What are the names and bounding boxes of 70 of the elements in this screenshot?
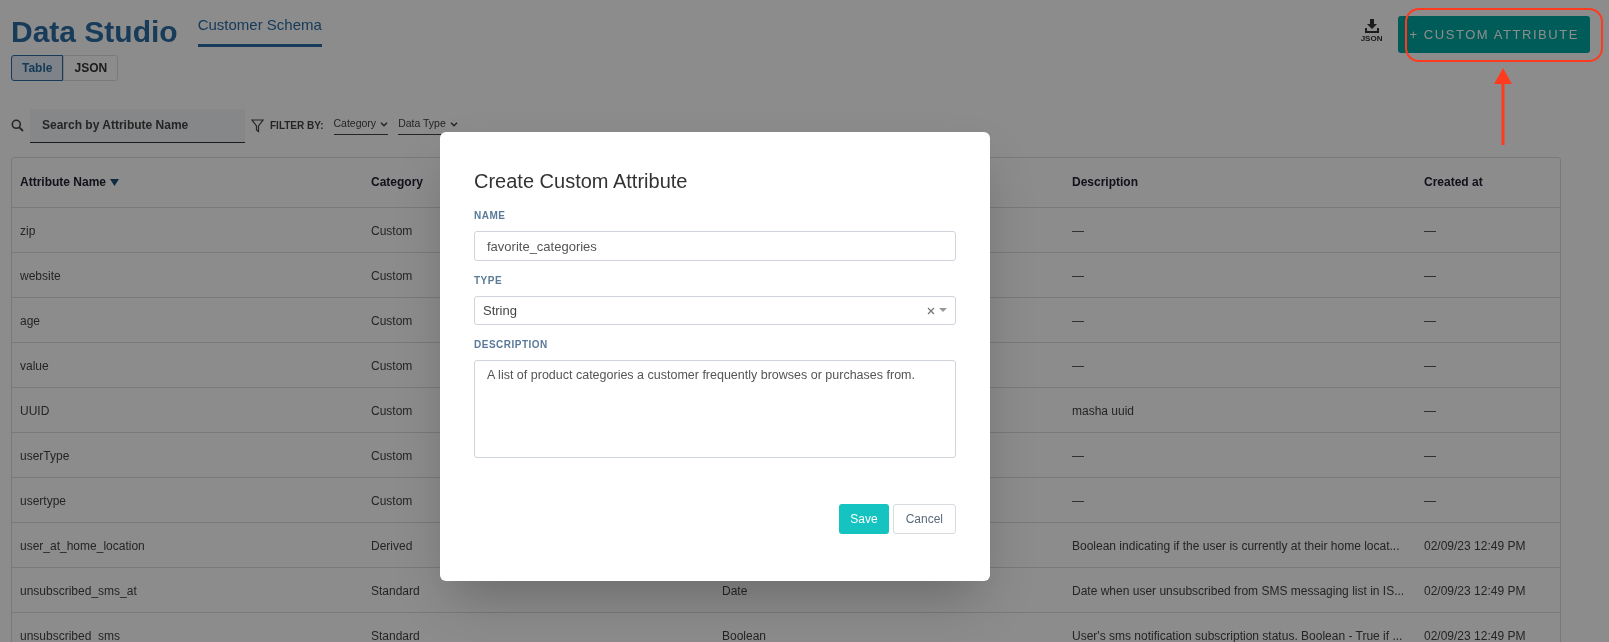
table-cell: userType xyxy=(20,448,70,463)
table-cell: — xyxy=(1424,313,1436,328)
schema-tab[interactable]: Customer Schema xyxy=(197,14,322,47)
table-cell: UUID xyxy=(20,403,50,418)
table-cell: Boolean xyxy=(722,628,767,642)
table-cell: 02/09/23 12:49 PM xyxy=(1424,538,1526,553)
view-toggle-button[interactable]: Table xyxy=(11,54,64,81)
clear-icon[interactable] xyxy=(927,306,935,315)
table-cell: Standard xyxy=(371,583,420,598)
filter-icon xyxy=(251,118,264,133)
table-cell: Custom xyxy=(371,448,413,463)
table-cell: — xyxy=(1072,493,1084,508)
table-cell: — xyxy=(1424,268,1436,283)
table-cell: Date when user unsubscribed from SMS messaging list in IS... xyxy=(1072,583,1405,598)
view-toggle-button[interactable]: JSON xyxy=(63,54,119,81)
filter-dropdown[interactable]: Category xyxy=(333,116,389,135)
name-input[interactable]: favorite_categories xyxy=(474,231,956,261)
type-select[interactable]: String xyxy=(474,296,956,325)
sort-desc-icon[interactable] xyxy=(110,178,119,186)
table-cell: website xyxy=(20,268,61,283)
table-cell: User's sms notification subscription status. Boolean - True if ... xyxy=(1072,628,1403,642)
table-cell: — xyxy=(1424,493,1436,508)
download-icon xyxy=(1364,19,1379,33)
chevron-down-icon xyxy=(449,121,458,127)
table-cell: Date xyxy=(722,583,748,598)
table-cell: Custom xyxy=(371,223,413,238)
table-cell: — xyxy=(1424,448,1436,463)
cancel-button[interactable]: Cancel xyxy=(892,504,956,534)
table-cell: — xyxy=(1424,358,1436,373)
chevron-down-icon xyxy=(380,121,389,127)
table-cell: user_at_home_location xyxy=(20,538,145,553)
caret-icon xyxy=(939,308,947,313)
download-json-button[interactable]: JSON xyxy=(1360,19,1383,45)
table-cell: Custom xyxy=(371,313,413,328)
table-cell: unsubscribed_sms xyxy=(20,628,121,642)
table-cell: Boolean indicating if the user is currently at their home locat... xyxy=(1072,538,1400,553)
field-label: DESCRIPTION xyxy=(474,338,548,352)
table-cell: Derived xyxy=(371,538,413,553)
table-cell: usertype xyxy=(20,493,67,508)
table-cell: — xyxy=(1424,403,1436,418)
column-header[interactable]: Created at xyxy=(1424,173,1483,191)
table-cell: — xyxy=(1072,313,1084,328)
table-cell: masha uuid xyxy=(1072,403,1135,418)
table-cell: — xyxy=(1072,268,1084,283)
field-label: NAME xyxy=(474,209,506,223)
table-cell: — xyxy=(1072,223,1084,238)
table-cell: — xyxy=(1072,448,1084,463)
search-icon xyxy=(11,119,24,132)
table-cell: Standard xyxy=(371,628,420,642)
table-cell: age xyxy=(20,313,41,328)
column-header[interactable]: Description xyxy=(1072,173,1138,191)
search-field[interactable]: Search by Attribute Name xyxy=(30,108,245,143)
table-cell: Custom xyxy=(371,403,413,418)
column-header[interactable]: Category xyxy=(371,173,423,191)
table-cell: Custom xyxy=(371,268,413,283)
column-header[interactable]: Attribute Name xyxy=(20,173,106,191)
table-cell: Custom xyxy=(371,493,413,508)
app-title: Data Studio xyxy=(11,16,178,47)
table-cell: zip xyxy=(20,223,36,238)
dialog-title: Create Custom Attribute xyxy=(474,169,688,194)
table-cell: — xyxy=(1072,358,1084,373)
table-cell: unsubscribed_sms_at xyxy=(20,583,137,598)
field-label: TYPE xyxy=(474,274,503,288)
table-cell: value xyxy=(20,358,49,373)
table-cell: 02/09/23 12:49 PM xyxy=(1424,583,1526,598)
table-cell: — xyxy=(1424,223,1436,238)
filter-label: FILTER BY: xyxy=(270,119,324,133)
table-cell: Custom xyxy=(371,358,413,373)
description-textarea[interactable]: A list of product categories a customer frequently browses or purchases from. xyxy=(474,360,956,458)
table-cell: 02/09/23 12:49 PM xyxy=(1424,628,1526,642)
